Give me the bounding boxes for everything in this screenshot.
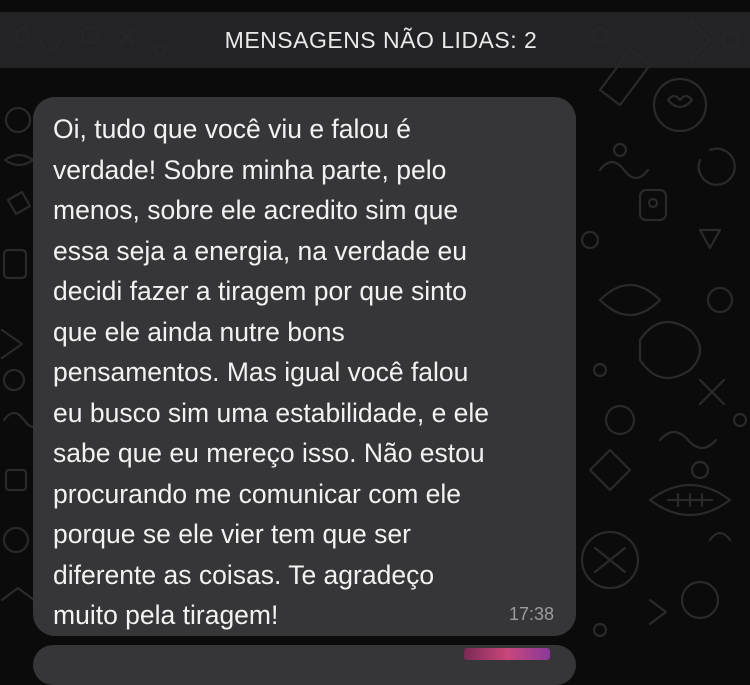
message-text: Oi, tudo que você viu e falou é verdade!…	[53, 114, 490, 630]
next-message-media-thumbnail[interactable]	[464, 648, 550, 660]
incoming-message-bubble[interactable]: Oi, tudo que você viu e falou é verdade!…	[33, 97, 576, 636]
unread-messages-label: MENSAGENS NÃO LIDAS: 2	[224, 26, 538, 53]
unread-messages-banner: MENSAGENS NÃO LIDAS: 2	[0, 12, 750, 68]
message-timestamp: 17:38	[508, 604, 554, 624]
